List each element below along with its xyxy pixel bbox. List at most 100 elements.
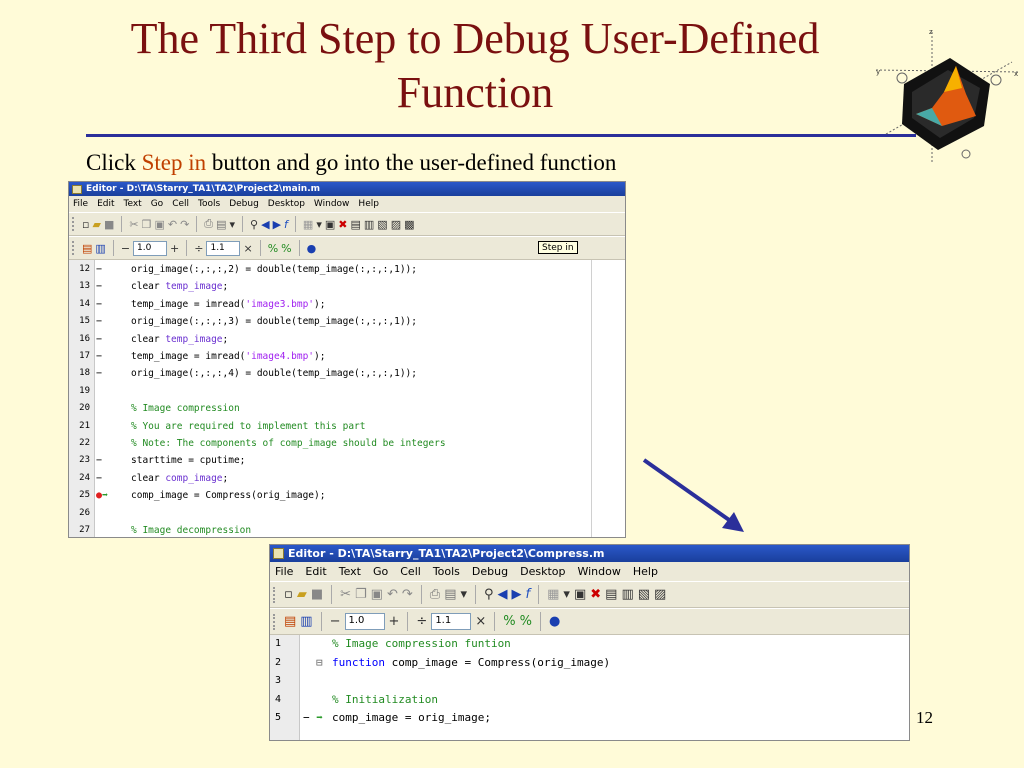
step-icon[interactable]: ▤ [350,218,360,231]
executable-line-marker[interactable]: − [96,296,102,313]
code-line[interactable]: 19 [69,383,625,400]
code-line[interactable]: 17− temp_image = imread('image4.bmp'); [69,348,625,365]
eval-cell-icon[interactable]: ▤ [82,242,92,255]
code-line[interactable]: 13− clear temp_image; [69,278,625,295]
back-icon[interactable]: ◀ [498,587,508,602]
code-line[interactable]: 5 − ➡ comp_image = orig_image; [270,709,909,728]
eval-cell-advance-icon[interactable]: ▥ [95,242,105,255]
divide-button[interactable]: ÷ [416,614,427,629]
menu-item-help[interactable]: Help [358,199,379,209]
toolbar-grip[interactable] [273,586,276,603]
executable-line-marker[interactable]: − [96,261,102,278]
open-folder-icon[interactable]: ▰ [92,218,100,231]
executable-line-marker[interactable]: − [96,365,102,382]
stack-icon[interactable]: ▦ [303,218,313,231]
menu-item-debug[interactable]: Debug [229,199,259,209]
redo-icon[interactable]: ↷ [180,218,189,231]
insert-percent-icon[interactable]: % [268,242,278,255]
code-line[interactable]: 3 [270,672,909,691]
dropdown-arrow-icon[interactable]: ▾ [230,218,236,231]
undo-icon[interactable]: ↶ [387,587,398,602]
function-icon[interactable]: f [284,218,288,231]
code-line[interactable]: 14− temp_image = imread('image3.bmp'); [69,296,625,313]
menu-item-text[interactable]: Text [339,565,361,578]
cut-icon[interactable]: ✂ [340,587,351,602]
copy-icon[interactable]: ❐ [142,218,152,231]
toolbar-grip[interactable] [273,613,276,630]
code-line[interactable]: 20 % Image compression [69,400,625,417]
back-icon[interactable]: ◀ [261,218,269,231]
code-line[interactable]: 21 % You are required to implement this p… [69,418,625,435]
code-line[interactable]: 12− orig_image(:,:,:,2) = double(temp_ima… [69,261,625,278]
executable-line-marker[interactable]: − [96,278,102,295]
executable-line-marker[interactable]: − [96,470,102,487]
decrement-button[interactable]: − [121,242,130,255]
executable-line-marker[interactable]: − [96,331,102,348]
editor-titlebar[interactable]: Editor - D:\TA\Starry_TA1\TA2\Project2\m… [69,182,625,196]
code-line[interactable]: 22 % Note: The components of comp_image s… [69,435,625,452]
menu-item-go[interactable]: Go [151,199,163,209]
print-icon[interactable]: ⎙ [430,587,440,602]
cell-value-input-2[interactable]: 1.1 [206,240,241,256]
remove-percent-icon[interactable]: % [520,614,532,629]
cell-value-input-1[interactable]: 1.0 [133,240,168,256]
paste-icon[interactable]: ▣ [154,218,164,231]
executable-line-marker[interactable]: − [96,348,102,365]
continue-icon[interactable]: ▨ [654,587,666,602]
save-icon[interactable]: ■ [104,218,114,231]
step-out-icon[interactable]: ▧ [377,218,387,231]
set-breakpoint-icon[interactable]: ▣ [574,587,586,602]
undo-icon[interactable]: ↶ [168,218,177,231]
clear-breakpoints-icon[interactable]: ✖ [590,587,601,602]
dropdown-arrow-icon[interactable]: ▾ [563,587,570,602]
menu-item-tools[interactable]: Tools [198,199,220,209]
menu-item-go[interactable]: Go [373,565,388,578]
menu-item-desktop[interactable]: Desktop [268,199,305,209]
cell-value-input-2[interactable]: 1.1 [431,613,472,630]
help-icon[interactable]: ● [549,614,560,629]
forward-icon[interactable]: ▶ [512,587,522,602]
copy-icon[interactable]: ❐ [355,587,367,602]
toolbar-grip[interactable] [72,241,75,255]
save-icon[interactable]: ■ [311,587,323,602]
menu-item-window[interactable]: Window [314,199,350,209]
editor-titlebar[interactable]: Editor - D:\TA\Starry_TA1\TA2\Project2\C… [270,545,909,562]
print-selection-icon[interactable]: ▤ [444,587,456,602]
code-area[interactable]: 12− orig_image(:,:,:,2) = double(temp_ima… [69,260,625,537]
decrement-button[interactable]: − [330,614,341,629]
paste-icon[interactable]: ▣ [371,587,383,602]
code-line[interactable]: 16− clear temp_image; [69,331,625,348]
menu-item-window[interactable]: Window [577,565,620,578]
open-folder-icon[interactable]: ▰ [297,587,307,602]
continue-icon[interactable]: ▨ [391,218,401,231]
code-line[interactable]: 24− clear comp_image; [69,470,625,487]
multiply-button[interactable]: × [475,614,486,629]
exit-debug-icon[interactable]: ▩ [404,218,414,231]
menu-item-file[interactable]: File [73,199,88,209]
find-icon[interactable]: ⚲ [250,218,258,231]
insert-percent-icon[interactable]: % [503,614,515,629]
step-in-icon[interactable]: ▥ [364,218,374,231]
cell-value-input-1[interactable]: 1.0 [344,613,385,630]
code-line[interactable]: 4 % Initialization [270,691,909,710]
help-icon[interactable]: ● [307,242,317,255]
print-selection-icon[interactable]: ▤ [216,218,226,231]
code-line[interactable]: 23− starttime = cputime; [69,452,625,469]
menu-item-file[interactable]: File [275,565,293,578]
menu-item-cell[interactable]: Cell [172,199,189,209]
redo-icon[interactable]: ↷ [402,587,413,602]
menu-item-desktop[interactable]: Desktop [520,565,565,578]
code-line[interactable]: 2 ⊟ function comp_image = Compress(orig_im… [270,654,909,673]
menu-item-edit[interactable]: Edit [305,565,326,578]
multiply-button[interactable]: × [243,242,252,255]
increment-button[interactable]: + [170,242,179,255]
function-icon[interactable]: f [526,587,531,602]
menu-item-tools[interactable]: Tools [433,565,460,578]
stack-icon[interactable]: ▦ [547,587,559,602]
set-breakpoint-icon[interactable]: ▣ [325,218,335,231]
print-icon[interactable]: ⎙ [204,217,213,231]
forward-icon[interactable]: ▶ [273,218,281,231]
step-in-icon[interactable]: ▥ [621,587,633,602]
executable-line-marker[interactable]: − [96,313,102,330]
menu-item-edit[interactable]: Edit [97,199,114,209]
